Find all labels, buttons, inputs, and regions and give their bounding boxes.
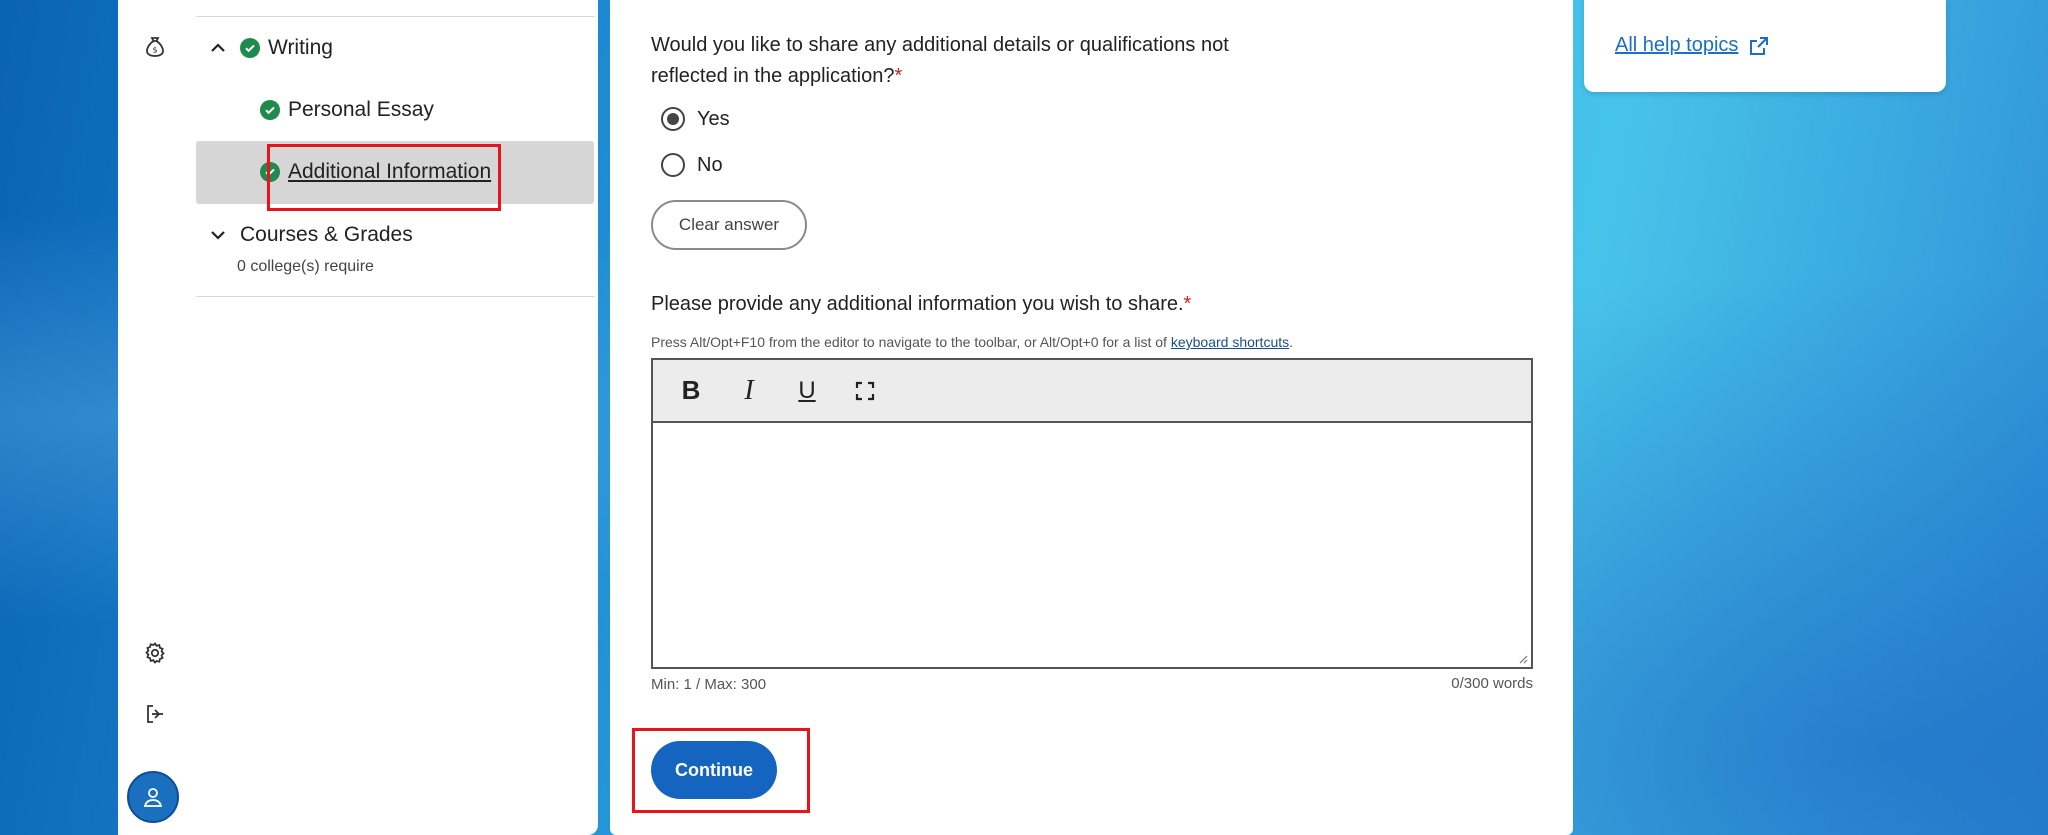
bold-button[interactable]: B [671,371,711,411]
nav-item-personal-essay[interactable]: Personal Essay [260,98,434,122]
chevron-down-icon [211,231,225,240]
editor-toolbar: B I U [653,360,1531,423]
question-text: Would you like to share any additional d… [651,34,1229,87]
resize-handle-icon[interactable] [1518,654,1528,664]
radio-label: Yes [697,107,730,130]
nav-group-subtext: 0 college(s) require [237,258,374,275]
radio-button[interactable] [661,107,685,131]
nav-item-label: Personal Essay [288,98,434,121]
nav-group-label: Courses & Grades [240,223,413,246]
sign-out-icon[interactable] [142,701,168,727]
divider [196,16,595,17]
avatar[interactable] [127,771,179,823]
rich-text-editor: B I U [651,358,1533,669]
check-icon [260,100,280,120]
help-link-label: All help topics [1615,34,1739,56]
svg-text:$: $ [152,46,157,55]
hint-text: . [1289,334,1294,350]
hint-text: Press Alt/Opt+F10 from the editor to nav… [651,334,1171,350]
nav-group-courses[interactable]: Courses & Grades [208,223,413,247]
underline-button[interactable]: U [787,371,827,411]
gear-icon[interactable] [142,640,168,666]
question-additional-details: Would you like to share any additional d… [651,30,1291,92]
divider [196,296,595,297]
italic-button[interactable]: I [729,371,769,411]
highlight-annotation [632,728,810,813]
radio-selected-dot [667,113,679,125]
nav-group-writing[interactable]: Writing [208,36,333,60]
external-link-icon [1750,36,1769,55]
all-help-topics-link[interactable]: All help topics [1615,34,1770,57]
radio-button[interactable] [661,153,685,177]
radio-no[interactable]: No [661,153,723,177]
question-text: Please provide any additional informatio… [651,293,1184,315]
editor-hint: Press Alt/Opt+F10 from the editor to nav… [651,334,1293,350]
required-marker: * [894,65,903,87]
editor-textarea[interactable] [653,423,1531,655]
nav-group-label: Writing [268,36,333,59]
radio-yes[interactable]: Yes [661,107,730,131]
fullscreen-button[interactable] [845,371,885,411]
question-additional-info: Please provide any additional informatio… [651,293,1191,316]
help-card: All help topics [1584,0,1946,92]
word-limit-text: Min: 1 / Max: 300 [651,676,767,693]
keyboard-shortcuts-link[interactable]: keyboard shortcuts [1171,334,1289,350]
required-marker: * [1183,293,1192,315]
section-nav: Writing Personal Essay Additional Inform… [190,0,598,835]
icon-rail: $ [118,0,191,835]
word-count: 0/300 words [1451,675,1533,692]
highlight-annotation [267,144,501,211]
clear-answer-button[interactable]: Clear answer [651,200,807,250]
chevron-up-icon [211,43,225,52]
check-icon [240,38,260,58]
radio-label: No [697,153,723,176]
user-icon [143,788,163,807]
form-panel: Would you like to share any additional d… [610,0,1573,835]
money-bag-icon[interactable]: $ [142,34,168,60]
fullscreen-icon [855,381,875,400]
